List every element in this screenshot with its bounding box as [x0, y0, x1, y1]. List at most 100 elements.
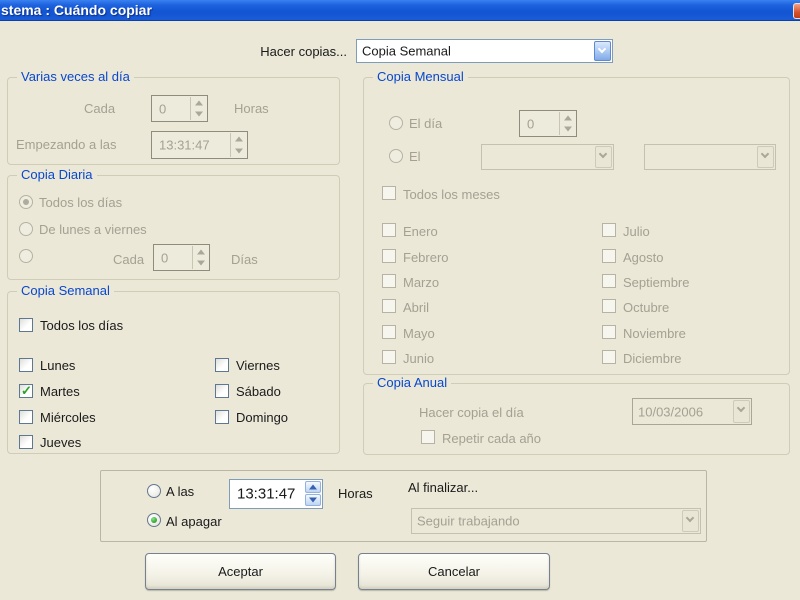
arrow-down-icon [309, 497, 317, 503]
checkbox-sabado[interactable] [215, 384, 229, 398]
group-copia-diaria: Copia Diaria Todos los días De lunes a v… [7, 167, 340, 280]
checkbox-julio-label: Julio [623, 224, 650, 239]
checkbox-septiembre [602, 274, 616, 288]
cada-horas-spinner: 0 [151, 95, 208, 122]
arrow-down-icon [196, 260, 205, 266]
chevron-glyph [760, 149, 770, 159]
time-spinner[interactable]: 13:31:47 [229, 479, 323, 509]
group-title: Varias veces al día [17, 69, 134, 84]
checkbox-abril-label: Abril [403, 300, 430, 315]
checkbox-domingo[interactable] [215, 410, 229, 424]
el-dia-spinner: 0 [519, 110, 577, 137]
dialog-cuando-copiar: stema : Cuándo copiar Hacer copias... Co… [0, 0, 800, 600]
group-copia-anual: Copia Anual Hacer copia el día 10/03/200… [363, 375, 790, 455]
radio-todos-los-dias [19, 195, 33, 209]
cancel-button[interactable]: Cancelar [358, 553, 550, 590]
checkbox-febrero [382, 249, 396, 263]
arrow-up-icon [196, 249, 205, 255]
al-finalizar-select: Seguir trabajando [411, 508, 701, 534]
close-icon[interactable] [793, 3, 800, 19]
checkbox-noviembre [602, 325, 616, 339]
checkbox-todos-los-meses-label: Todos los meses [403, 187, 500, 202]
group-copia-semanal: Copia Semanal Todos los días Lunes Marte… [7, 283, 340, 454]
checkbox-mayo-label: Mayo [403, 326, 435, 341]
el-dia-value: 0 [527, 116, 535, 131]
checkbox-marzo-label: Marzo [403, 275, 440, 290]
spinner-arrows[interactable] [305, 481, 321, 507]
run-time-panel: A las 13:31:47 Horas Al apagar Al finali… [100, 470, 707, 542]
radio-cada-dias [19, 249, 33, 263]
checkbox-jueves-label: Jueves [40, 435, 82, 450]
checkbox-sabado-label: Sábado [236, 384, 281, 399]
checkbox-febrero-label: Febrero [403, 250, 449, 265]
checkbox-todos-los-dias-label: Todos los días [40, 318, 124, 333]
annual-date-select: 10/03/2006 [632, 398, 752, 425]
checkbox-mayo [382, 325, 396, 339]
checkbox-viernes[interactable] [215, 358, 229, 372]
checkbox-miercoles-label: Miércoles [40, 410, 96, 425]
dias-label: Días [231, 252, 258, 267]
spinner-arrows [192, 246, 208, 269]
checkbox-todos-los-dias[interactable] [19, 318, 33, 332]
checkbox-viernes-label: Viernes [236, 358, 280, 373]
al-finalizar-value: Seguir trabajando [417, 513, 520, 529]
empezando-time-spinner: 13:31:47 [151, 131, 248, 159]
radio-dot [151, 517, 157, 523]
al-finalizar-label: Al finalizar... [408, 480, 479, 495]
checkbox-marzo [382, 274, 396, 288]
arrow-down-icon [234, 148, 243, 154]
checkbox-jueves[interactable] [19, 435, 33, 449]
checkbox-martes[interactable] [19, 383, 33, 399]
radio-a-las[interactable] [147, 484, 161, 498]
radio-dot [23, 199, 29, 205]
radio-al-apagar-label: Al apagar [166, 514, 222, 529]
chevron-down-icon [682, 510, 699, 532]
chevron-down-icon[interactable] [594, 41, 611, 61]
checkbox-julio [602, 223, 616, 237]
hacer-copia-el-dia-label: Hacer copia el día [419, 405, 524, 420]
arrow-down-icon [194, 111, 203, 117]
chevron-glyph [685, 513, 695, 523]
horas-label: Horas [234, 101, 269, 116]
checkbox-enero-label: Enero [403, 224, 438, 239]
spinner-arrows [559, 112, 575, 135]
accept-button[interactable]: Aceptar [145, 553, 336, 590]
radio-el-dia [389, 116, 403, 130]
checkbox-miercoles[interactable] [19, 410, 33, 424]
checkbox-junio-label: Junio [403, 351, 435, 366]
window-title: stema : Cuándo copiar [1, 2, 152, 18]
time-value: 13:31:47 [237, 485, 296, 503]
arrow-up-icon [563, 115, 572, 121]
horas-label: Horas [338, 486, 373, 501]
checkbox-lunes-label: Lunes [40, 358, 76, 373]
checkbox-enero [382, 223, 396, 237]
empezando-label: Empezando a las [16, 137, 117, 152]
radio-al-apagar[interactable] [147, 513, 161, 527]
checkbox-repetir-cada-ano-label: Repetir cada año [442, 431, 542, 446]
group-title: Copia Semanal [17, 283, 114, 298]
group-title: Copia Mensual [373, 69, 468, 84]
radio-lunes-a-viernes [19, 222, 33, 236]
empezando-time-value: 13:31:47 [159, 137, 210, 153]
chevron-down-icon [733, 400, 750, 423]
checkbox-martes-label: Martes [40, 384, 80, 399]
arrow-down-icon [563, 126, 572, 132]
checkbox-domingo-label: Domingo [236, 410, 289, 425]
week-ordinal-select [481, 144, 614, 170]
chevron-down-icon [595, 146, 612, 168]
radio-lunes-a-viernes-label: De lunes a viernes [39, 222, 147, 237]
cada-horas-value: 0 [159, 101, 167, 116]
annual-date-value: 10/03/2006 [638, 404, 704, 419]
cada-dias-spinner: 0 [153, 244, 210, 271]
cada-dias-value: 0 [161, 250, 169, 265]
arrow-up-icon [194, 100, 203, 106]
checkbox-lunes[interactable] [19, 358, 33, 372]
spinner-arrows [190, 97, 206, 120]
backup-frequency-value: Copia Semanal [362, 43, 451, 59]
radio-el-label: El [409, 149, 421, 164]
backup-frequency-select[interactable]: Copia Semanal [356, 39, 613, 63]
group-title: Copia Diaria [17, 167, 97, 182]
group-title: Copia Anual [373, 375, 452, 390]
chevron-glyph [598, 149, 608, 159]
checkbox-junio [382, 350, 396, 364]
